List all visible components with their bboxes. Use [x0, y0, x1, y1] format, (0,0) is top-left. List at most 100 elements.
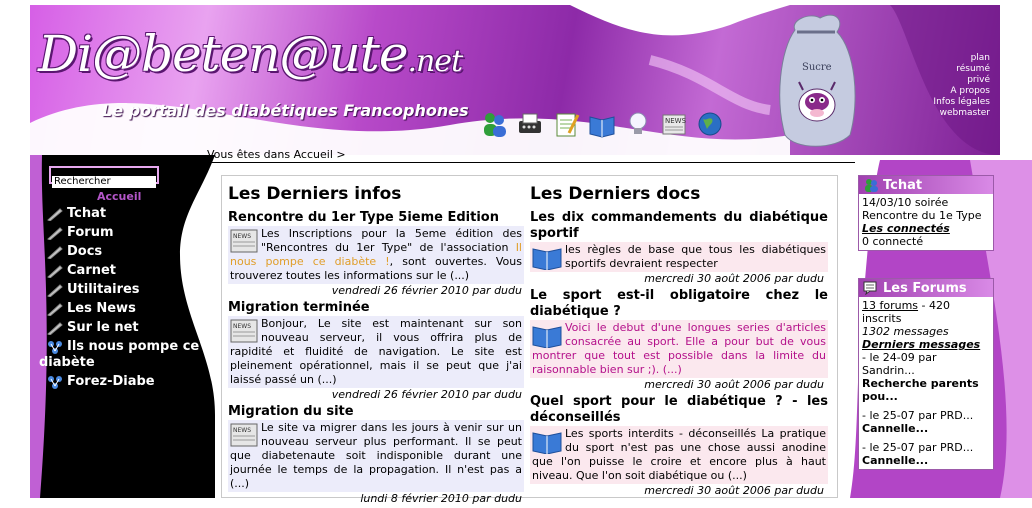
forum-post-subject[interactable]: Cannelle... — [862, 454, 990, 467]
article-body: Les sports interdits - déconseillés La p… — [530, 426, 828, 484]
infos-title: Les Derniers infos — [228, 184, 402, 204]
article-text: Voici le debut d'une longues series d'ar… — [532, 321, 826, 376]
latest-messages-link[interactable]: Derniers messages — [862, 338, 990, 351]
article-body: les règles de base que tous les diabétiq… — [530, 242, 828, 272]
docs-title: Les Derniers docs — [530, 184, 701, 204]
search-field-wrapper — [49, 166, 159, 188]
left-menu-title: Accueil — [97, 190, 142, 203]
menu-item-forum[interactable]: Forum — [47, 225, 212, 244]
forum-post[interactable]: - le 24-09 par Sandrin... Recherche pare… — [862, 351, 990, 403]
book-icon — [532, 248, 562, 270]
lightbulb-icon[interactable] — [622, 107, 654, 141]
forum-post[interactable]: - le 25-07 par PRD... Cannelle... — [862, 409, 990, 435]
site-logo[interactable]: Di@beten@ute.net — [38, 25, 463, 83]
article-date: mercredi 30 août 2006 par dudu — [644, 272, 824, 285]
menu-item-ils-nous-pompe[interactable]: Ils nous pompe ce diabète — [39, 339, 212, 371]
search-input[interactable] — [52, 175, 156, 188]
article-title[interactable]: Rencontre du 1er Type 5ieme Edition — [228, 210, 524, 226]
breadcrumb: Vous êtes dans Accueil > — [207, 148, 346, 161]
notepad-icon[interactable] — [550, 107, 582, 141]
connected-count: 0 connecté — [862, 235, 924, 248]
pen-icon — [47, 284, 63, 297]
link-infos-legales[interactable]: Infos légales — [933, 97, 990, 108]
menu-label-continued: diabète — [39, 355, 95, 370]
menu-item-forez-diabete[interactable]: Forez-Diabe — [47, 374, 212, 393]
article-date: vendredi 26 février 2010 par dudu — [331, 388, 522, 401]
menu-item-les-news[interactable]: Les News — [47, 301, 212, 320]
article-text: les règles de base que tous les diabétiq… — [565, 243, 826, 270]
article-date: mercredi 30 août 2006 par dudu — [644, 484, 824, 497]
svg-text:NEWS: NEWS — [665, 117, 687, 125]
users-icon[interactable] — [478, 107, 510, 141]
newspaper-icon: NEWS — [230, 229, 258, 253]
top-links: plan résumé privé A propos Infos légales… — [933, 53, 990, 119]
forum-post-meta: - le 24-09 par Sandrin... — [862, 351, 937, 377]
nav-icon-bar: NEWS — [478, 107, 726, 141]
article-date: lundi 8 février 2010 par dudu — [360, 492, 522, 505]
main-content: Les Derniers infos Rencontre du 1er Type… — [221, 175, 838, 505]
link-apropos[interactable]: A propos — [933, 86, 990, 97]
article-date: mercredi 30 août 2006 par dudu — [644, 378, 824, 391]
article-body: NEWS Les Inscriptions pour la 5eme éditi… — [228, 226, 524, 284]
menu-item-carnet[interactable]: Carnet — [47, 263, 212, 282]
pen-icon — [47, 208, 63, 221]
menu-item-utilitaires[interactable]: Utilitaires — [47, 282, 212, 301]
pen-icon — [47, 227, 63, 240]
tchat-event-date: 14/03/10 soirée — [862, 196, 949, 209]
forum-post-subject[interactable]: Cannelle... — [862, 422, 990, 435]
pen-icon — [47, 265, 63, 278]
molecule-icon — [48, 376, 62, 389]
menu-item-sur-le-net[interactable]: Sur le net — [47, 320, 212, 339]
article-body: Voici le debut d'une longues series d'ar… — [530, 320, 828, 378]
link-plan[interactable]: plan — [933, 53, 990, 64]
tchat-title: Tchat — [883, 177, 923, 193]
menu-label: Sur le net — [67, 320, 139, 335]
menu-label: Carnet — [67, 263, 117, 278]
newspaper-icon: NEWS — [230, 423, 258, 447]
link-prive[interactable]: privé — [933, 75, 990, 86]
users-icon — [865, 179, 878, 192]
molecule-icon — [48, 341, 62, 354]
site-slogan: Le portail des diabétiques Francophones — [102, 101, 469, 120]
tchat-header: Tchat — [859, 176, 993, 194]
left-menu: Tchat Forum Docs Carnet Utilitaires Les … — [39, 206, 212, 393]
typewriter-icon[interactable] — [514, 107, 546, 141]
article-body: NEWS Le site va migrer dans les jours à … — [228, 420, 524, 492]
menu-label: Les News — [67, 301, 136, 316]
link-resume[interactable]: résumé — [933, 64, 990, 75]
newspaper-icon[interactable]: NEWS — [658, 107, 690, 141]
connected-users-link[interactable]: Les connectés — [862, 222, 990, 235]
forum-post-meta: - le 25-07 par PRD... — [862, 441, 974, 454]
menu-item-tchat[interactable]: Tchat — [47, 206, 212, 225]
book-icon[interactable] — [586, 107, 618, 141]
article-title[interactable]: Migration du site — [228, 404, 524, 420]
forum-post[interactable]: - le 25-07 par PRD... Cannelle... — [862, 441, 990, 467]
menu-label: Utilitaires — [67, 282, 140, 297]
article-text: Bonjour, Le site est maintenant sur son … — [230, 317, 522, 386]
forum-post-meta: - le 25-07 par PRD... — [862, 409, 974, 422]
newspaper-icon: NEWS — [230, 319, 258, 343]
tchat-panel: Tchat 14/03/10 soirée Rencontre du 1e Ty… — [858, 175, 994, 251]
breadcrumb-divider — [200, 162, 855, 163]
article-title[interactable]: Quel sport pour le diabétique ? - les dé… — [530, 394, 828, 426]
doc-article: Les dix commandements du diabétique spor… — [530, 210, 828, 285]
forums-title: Les Forums — [883, 280, 967, 296]
forum-post-subject[interactable]: Recherche parents pou... — [862, 377, 990, 403]
article-body: NEWS Bonjour, Le site est maintenant sur… — [228, 316, 524, 388]
pen-icon — [47, 246, 63, 259]
link-webmaster[interactable]: webmaster — [933, 108, 990, 119]
article-title[interactable]: Le sport est-il obligatoire chez le diab… — [530, 288, 828, 320]
article-text: Le site va migrer dans les jours à venir… — [230, 421, 522, 490]
site-header: Di@beten@ute.net Le portail des diabétiq… — [30, 5, 1000, 155]
pen-icon — [47, 303, 63, 316]
tchat-event-name: Rencontre du 1e Type — [862, 209, 982, 222]
menu-item-docs[interactable]: Docs — [47, 244, 212, 263]
article-title[interactable]: Migration terminée — [228, 300, 524, 316]
forums-messages-count: 1302 messages — [862, 325, 949, 338]
svg-text:NEWS: NEWS — [233, 427, 251, 434]
article-title[interactable]: Les dix commandements du diabétique spor… — [530, 210, 828, 242]
menu-label: Ils nous pompe ce — [67, 339, 200, 354]
forums-count-link[interactable]: 13 forums — [862, 299, 918, 312]
doc-article: Le sport est-il obligatoire chez le diab… — [530, 288, 828, 391]
globe-icon[interactable] — [694, 107, 726, 141]
